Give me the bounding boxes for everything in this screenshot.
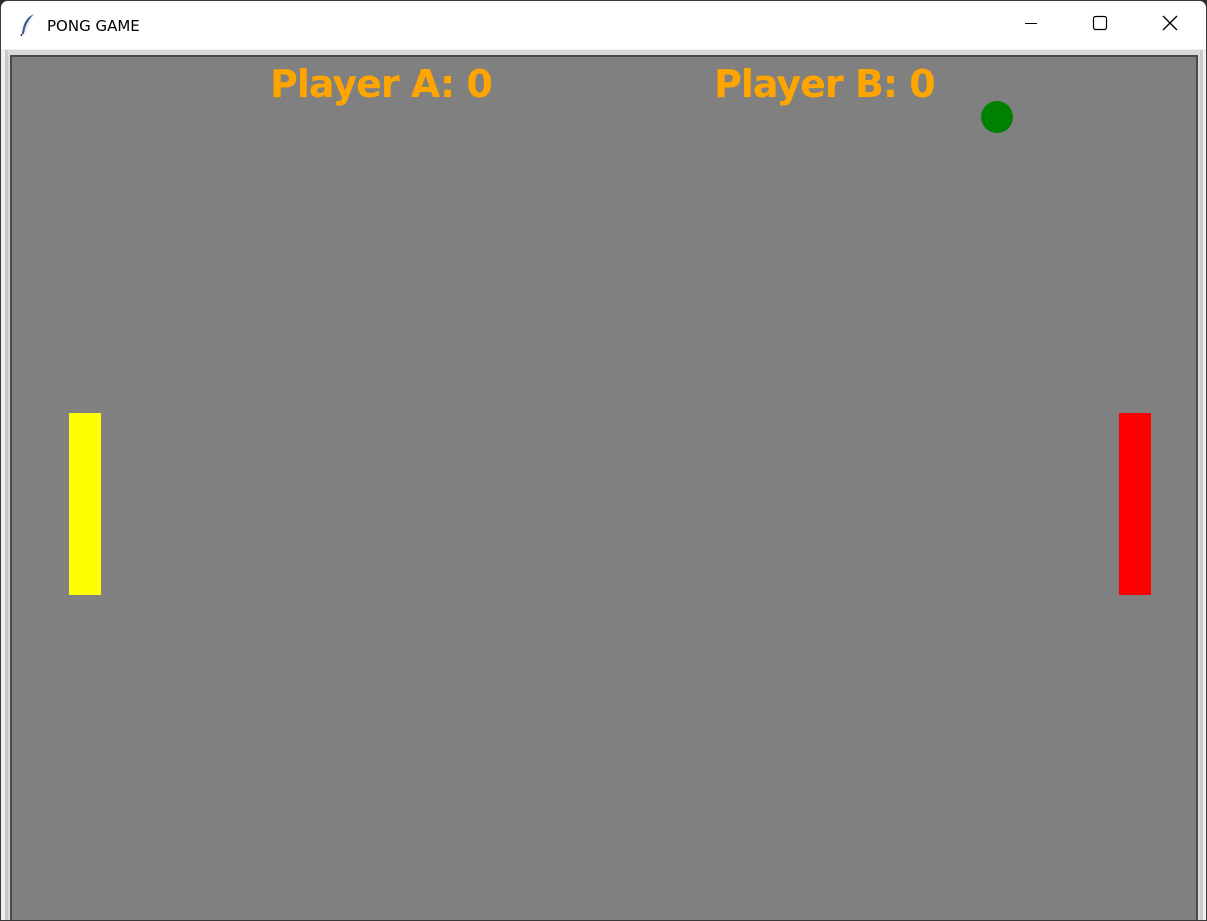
game-canvas[interactable] bbox=[10, 55, 1198, 920]
feather-icon bbox=[19, 13, 37, 37]
minimize-button[interactable] bbox=[996, 1, 1066, 49]
close-button[interactable] bbox=[1135, 1, 1205, 49]
title-bar[interactable]: PONG GAME bbox=[1, 1, 1206, 49]
player-b-paddle bbox=[1119, 413, 1151, 595]
maximize-button[interactable] bbox=[1065, 1, 1135, 49]
player-a-paddle bbox=[69, 413, 101, 595]
game-window: PONG GAME Player A: 0 Player B: 0 bbox=[0, 0, 1207, 921]
player-a-score: Player A: 0 bbox=[270, 62, 493, 106]
player-b-score: Player B: 0 bbox=[714, 62, 936, 106]
minimize-icon bbox=[1024, 16, 1038, 35]
ball bbox=[981, 101, 1013, 133]
maximize-icon bbox=[1092, 15, 1108, 36]
close-icon bbox=[1162, 15, 1178, 36]
window-title: PONG GAME bbox=[47, 17, 140, 35]
